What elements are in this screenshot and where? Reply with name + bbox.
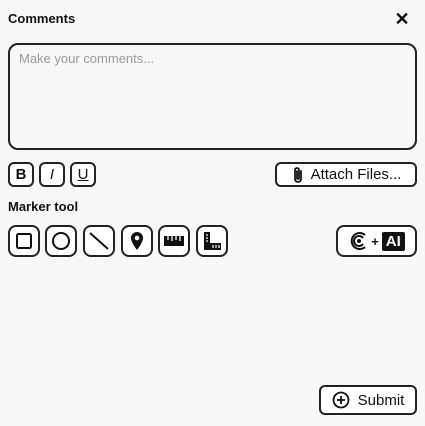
- italic-label: I: [49, 166, 55, 183]
- plus-label: +: [371, 233, 379, 249]
- marker-tool-label: Marker tool: [8, 199, 79, 214]
- curve-logo-icon: [348, 230, 370, 252]
- line-icon: [88, 230, 110, 252]
- plus-circle-icon: [332, 391, 350, 409]
- submit-label: Submit: [357, 391, 405, 409]
- circle-tool-button[interactable]: [45, 225, 77, 257]
- pin-tool-button[interactable]: [121, 225, 153, 257]
- submit-button[interactable]: Submit: [319, 385, 417, 415]
- attach-files-label: Attach Files...: [310, 166, 402, 183]
- bold-button[interactable]: B: [8, 162, 34, 187]
- underline-button[interactable]: U: [70, 162, 96, 187]
- paperclip-icon: [291, 166, 305, 184]
- italic-button[interactable]: I: [39, 162, 65, 187]
- bold-label: B: [15, 166, 27, 183]
- ai-badge: AI: [381, 231, 405, 251]
- ruler-icon: [163, 235, 185, 247]
- underline-label: U: [77, 166, 89, 183]
- panel-header: Comments ✕: [8, 9, 417, 29]
- attach-files-button[interactable]: Attach Files...: [275, 162, 417, 187]
- angle-tool-button[interactable]: [196, 225, 228, 257]
- close-icon[interactable]: ✕: [393, 9, 411, 29]
- panel-title: Comments: [8, 11, 76, 26]
- circle-icon: [51, 231, 71, 251]
- comments-input[interactable]: [8, 43, 417, 150]
- angle-ruler-icon: [202, 231, 222, 251]
- ruler-tool-button[interactable]: [158, 225, 190, 257]
- ai-assist-button[interactable]: + AI: [336, 225, 417, 257]
- rectangle-tool-button[interactable]: [8, 225, 40, 257]
- location-pin-icon: [129, 231, 145, 251]
- rectangle-icon: [15, 232, 33, 250]
- line-tool-button[interactable]: [83, 225, 115, 257]
